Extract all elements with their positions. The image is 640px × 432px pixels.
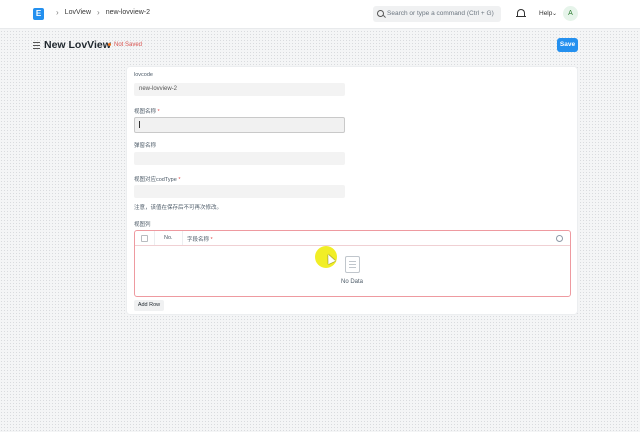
search-icon bbox=[377, 10, 384, 17]
column-header-field-name: 字段名称 * bbox=[187, 237, 213, 243]
label-text: 视图名称 bbox=[134, 109, 157, 115]
field-note: 注意，该值在保存后不可再次修改。 bbox=[134, 205, 223, 211]
chevron-right-icon: › bbox=[97, 8, 100, 17]
field-label-view-name: 视图名称 * bbox=[134, 109, 160, 115]
help-dropdown[interactable]: Help bbox=[539, 10, 552, 17]
status-dot-icon bbox=[108, 42, 111, 46]
search-input[interactable]: Search or type a command (Ctrl + G) bbox=[373, 6, 501, 22]
lovcode-field[interactable]: new-lovview-2 bbox=[134, 83, 345, 96]
label-text: 字段名称 bbox=[187, 237, 210, 243]
breadcrumb-current-doc[interactable]: new-lovview-2 bbox=[106, 9, 150, 16]
popup-name-field[interactable] bbox=[134, 152, 345, 165]
form-card: lovcode new-lovview-2 视图名称 * 弹窗名称 视图对应co… bbox=[126, 66, 578, 315]
breadcrumb-lovview[interactable]: LovView bbox=[65, 9, 91, 16]
breadcrumb: › LovView › new-lovview-2 bbox=[50, 8, 150, 17]
status-badge: Not Saved bbox=[108, 42, 142, 48]
avatar[interactable]: A bbox=[563, 6, 578, 21]
search-placeholder: Search or type a command (Ctrl + G) bbox=[387, 10, 494, 17]
view-name-field[interactable] bbox=[134, 117, 345, 133]
settings-icon[interactable] bbox=[556, 235, 563, 242]
label-text: 视图对应codType bbox=[134, 177, 177, 183]
table-header: No. 字段名称 * bbox=[135, 231, 570, 246]
label-text: lovcode bbox=[134, 72, 153, 78]
chevron-right-icon: › bbox=[56, 8, 59, 17]
column-divider bbox=[182, 231, 183, 245]
page-title: New LovView bbox=[44, 39, 111, 51]
save-button[interactable]: Save bbox=[557, 38, 578, 52]
add-row-button[interactable]: Add Row bbox=[134, 300, 164, 311]
app-logo[interactable]: E bbox=[33, 8, 44, 20]
chevron-down-icon: ⌄ bbox=[552, 11, 558, 17]
codtype-field[interactable] bbox=[134, 185, 345, 198]
empty-state-text: No Data bbox=[341, 279, 364, 285]
label-text: 弹窗名称 bbox=[134, 143, 157, 149]
table-label: 视图列 bbox=[134, 220, 151, 228]
field-label-lovcode: lovcode bbox=[134, 72, 153, 78]
label-text: 视图列 bbox=[134, 222, 151, 228]
text-caret bbox=[139, 121, 140, 128]
sidebar-toggle-icon[interactable] bbox=[33, 42, 40, 51]
bell-icon[interactable] bbox=[516, 9, 526, 17]
view-columns-table: No. 字段名称 * No Data bbox=[134, 230, 571, 297]
status-text: Not Saved bbox=[114, 42, 143, 48]
select-all-checkbox[interactable] bbox=[141, 235, 148, 242]
empty-state-icon bbox=[345, 256, 360, 273]
field-label-popup-name: 弹窗名称 bbox=[134, 141, 156, 149]
field-label-codtype: 视图对应codType * bbox=[134, 177, 181, 183]
column-header-no: No. bbox=[164, 235, 173, 241]
column-divider bbox=[154, 231, 155, 245]
top-navbar: E › LovView › new-lovview-2 Search or ty… bbox=[0, 0, 640, 29]
